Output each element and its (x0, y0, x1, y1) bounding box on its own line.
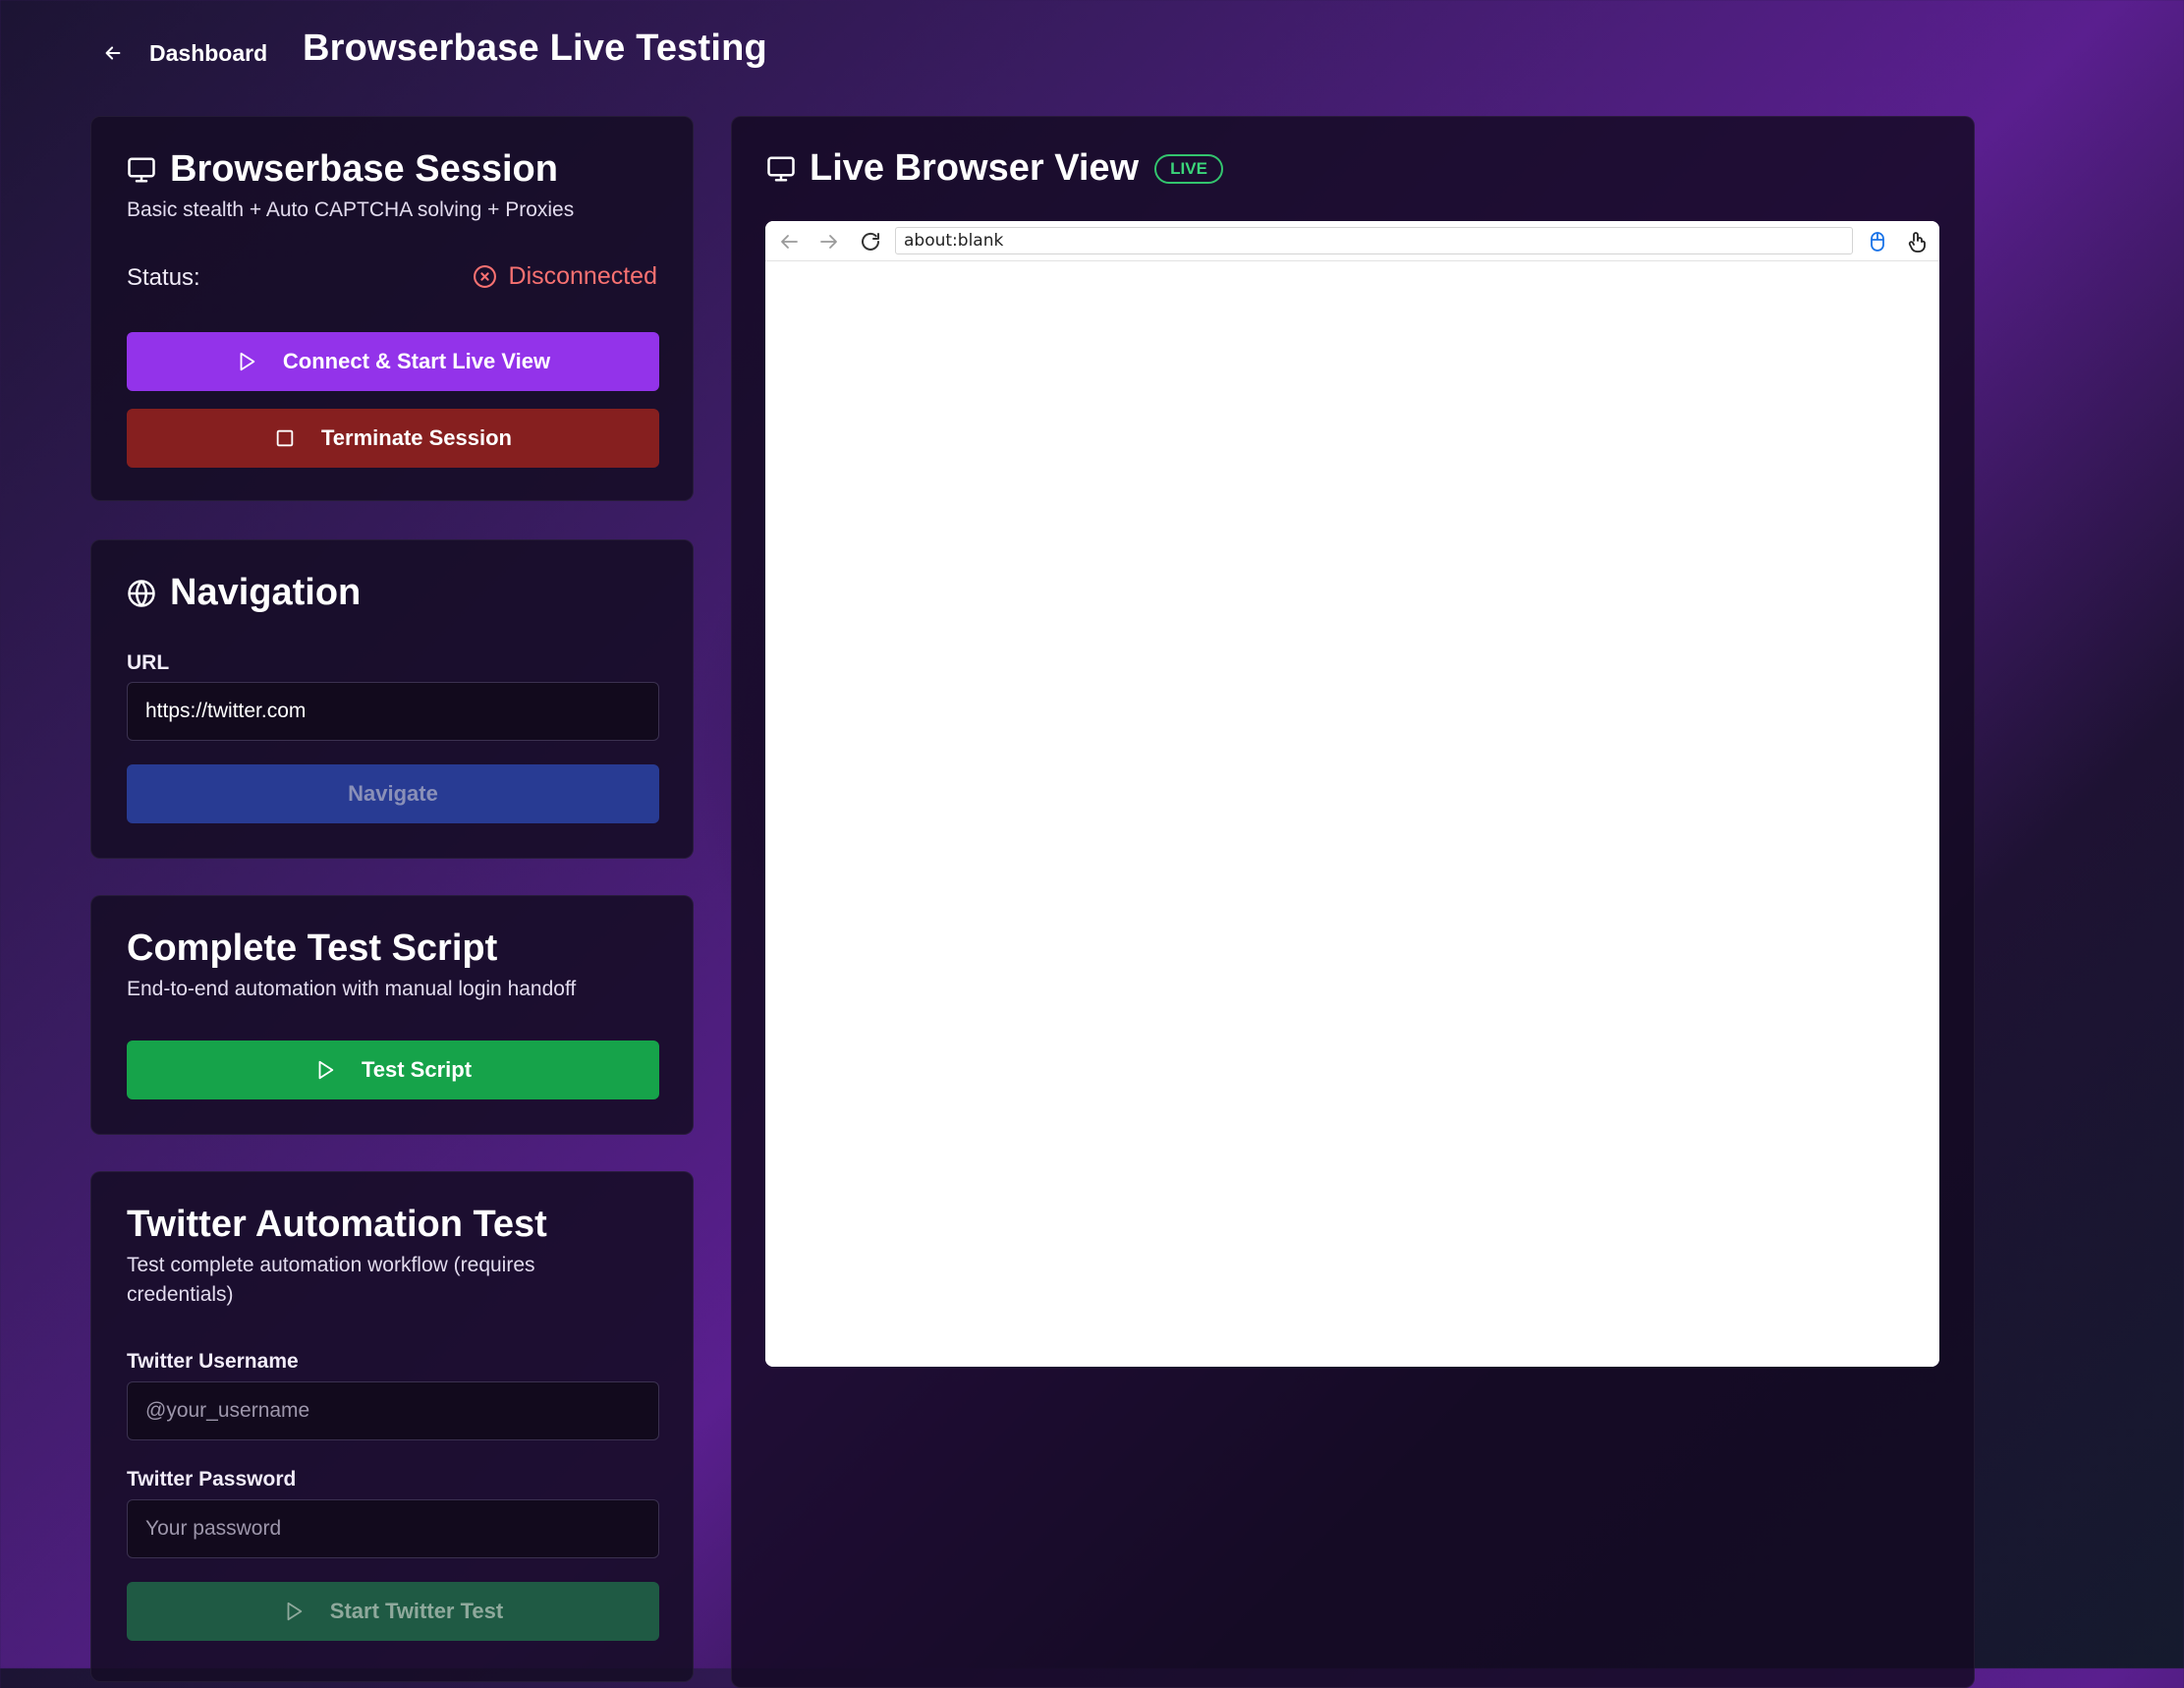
back-arrow-icon[interactable] (777, 230, 801, 253)
start-twitter-test-button[interactable]: Start Twitter Test (127, 1582, 659, 1641)
connect-button-label: Connect & Start Live View (282, 349, 551, 373)
twitter-username-input[interactable] (127, 1381, 659, 1440)
twitter-password-input[interactable] (127, 1499, 659, 1558)
twitter-password-label: Twitter Password (127, 1468, 297, 1491)
back-to-dashboard-link[interactable]: Dashboard (102, 33, 267, 73)
live-browser-header: Live Browser View LIVE (766, 147, 1223, 190)
session-subtitle: Basic stealth + Auto CAPTCHA solving + P… (127, 198, 575, 221)
embedded-browser[interactable]: about:blank (765, 221, 1939, 1367)
reload-icon[interactable] (859, 230, 882, 253)
navigation-title-text: Navigation (170, 572, 362, 613)
status-label: Status: (127, 264, 200, 291)
live-badge: LIVE (1154, 153, 1223, 184)
monitor-icon (128, 157, 155, 182)
live-browser-title: Live Browser View (810, 147, 1140, 189)
terminate-session-button[interactable]: Terminate Session (127, 409, 659, 468)
session-card-title: Browserbase Session (127, 148, 558, 191)
test-script-button[interactable]: Test Script (127, 1041, 659, 1099)
navigate-button[interactable]: Navigate (127, 764, 659, 823)
status-badge: Disconnected (473, 262, 657, 291)
play-icon (287, 1602, 303, 1621)
test-script-title: Complete Test Script (127, 928, 498, 969)
x-circle-icon (473, 265, 496, 288)
test-script-subtitle: End-to-end automation with manual login … (127, 978, 577, 1000)
touch-icon[interactable] (1905, 230, 1929, 253)
start-twitter-test-label: Start Twitter Test (329, 1599, 504, 1623)
arrow-left-icon (105, 46, 121, 60)
twitter-test-subtitle: Test complete automation workflow (requi… (127, 1254, 535, 1306)
mouse-icon[interactable] (1866, 230, 1889, 253)
page-title: Browserbase Live Testing (303, 28, 767, 69)
navigation-card-title: Navigation (127, 572, 361, 614)
session-title-text: Browserbase Session (170, 148, 558, 190)
session-card: Browserbase Session Basic stealth + Auto… (90, 116, 694, 501)
status-value: Disconnected (508, 262, 657, 290)
address-bar[interactable]: about:blank (895, 227, 1853, 254)
connect-live-view-button[interactable]: Connect & Start Live View (127, 332, 659, 391)
test-script-button-label: Test Script (361, 1057, 473, 1082)
back-link-label: Dashboard (149, 39, 268, 66)
navigation-card: Navigation URL Navigate (90, 539, 694, 859)
globe-icon (128, 579, 155, 607)
forward-arrow-icon[interactable] (817, 230, 841, 253)
test-script-card: Complete Test Script End-to-end automati… (90, 895, 694, 1135)
url-input[interactable] (127, 682, 659, 741)
monitor-icon (767, 156, 795, 181)
browser-toolbar: about:blank (765, 221, 1939, 261)
navigate-button-label: Navigate (348, 781, 438, 806)
twitter-username-label: Twitter Username (127, 1350, 299, 1373)
play-icon (318, 1060, 334, 1080)
url-label: URL (127, 651, 170, 674)
play-icon (240, 352, 255, 371)
terminate-button-label: Terminate Session (321, 425, 512, 450)
twitter-test-title: Twitter Automation Test (127, 1204, 547, 1245)
stop-square-icon (276, 429, 294, 447)
twitter-test-card: Twitter Automation Test Test complete au… (90, 1171, 694, 1682)
browser-viewport[interactable] (765, 261, 1939, 1367)
